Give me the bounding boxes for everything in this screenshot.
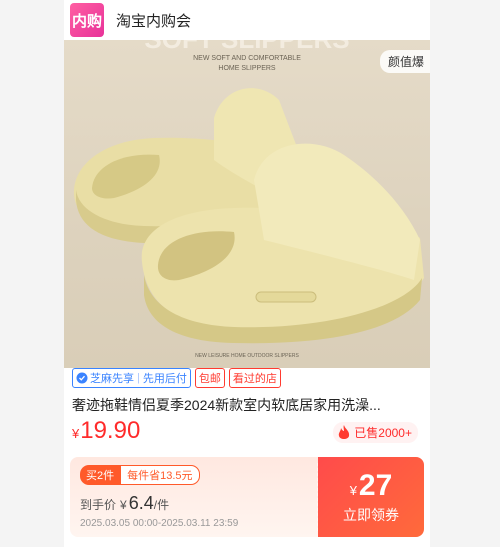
right-margin [430,0,500,547]
service-tags: 芝麻先享 | 先用后付 包邮 看过的店 [72,368,281,388]
product-title[interactable]: 奢迹拖鞋情侣夏季2024新款室内软底居家用洗澡... [72,395,424,415]
save-badge: 每件省13.5元 [120,465,200,485]
slipper-illustration: SOFT SLIPPERS NEW SOFT AND COMFORTABLE H… [73,40,424,359]
zhima-tag: 芝麻先享 | 先用后付 [72,368,191,388]
flame-icon [339,424,350,439]
coupon-badges: 买2件 每件省13.5元 [80,465,308,485]
sold-badge: 已售2000+ [333,422,418,443]
sold-label: 已售2000+ [354,426,412,440]
zhima-icon [76,372,88,384]
viewed-store-tag: 看过的店 [228,368,281,388]
price-currency: ¥ [72,426,80,441]
coupon-amount-currency: ¥ [349,483,357,498]
store-logo: 内购 [70,3,104,37]
price-row: ¥ 19.90 已售2000+ [72,417,422,449]
tag-separator: | [137,372,140,384]
free-shipping-tag: 包邮 [194,368,225,388]
unit-price-label: 到手价 [80,498,117,512]
unit-price-value: 6.4 [128,493,154,513]
coupon-dates: 2025.03.05 00:00-2025.03.11 23:59 [80,518,239,529]
banner-heading: SOFT SLIPPERS [144,40,349,54]
product-price: 19.90 [80,417,141,444]
coupon-amount-value: 27 [358,469,393,502]
zhima-label: 芝麻先享 [90,373,134,385]
unit-price-currency: ¥ [120,498,127,512]
footer-caption: NEW LEISURE HOME OUTDOOR SLIPPERS [195,353,299,359]
unit-price-row: 到手价 ¥ 6.4 /件 [80,493,308,514]
buy-two-badge: 买2件 [80,465,121,485]
store-name[interactable]: 淘宝内购会 [116,10,191,31]
product-image[interactable]: SOFT SLIPPERS NEW SOFT AND COMFORTABLE H… [64,40,430,368]
coupon-card[interactable]: 买2件 每件省13.5元 到手价 ¥ 6.4 /件 2025.03.05 00:… [70,457,424,537]
claim-coupon-label: 立即领券 [343,507,399,523]
coupon-details: 买2件 每件省13.5元 到手价 ¥ 6.4 /件 2025.03.05 00:… [70,457,318,537]
left-margin [0,0,64,547]
pay-later-label: 先用后付 [142,373,187,385]
claim-coupon-button[interactable]: ¥ 27 立即领券 [317,457,424,537]
logo-text: 内购 [71,11,102,30]
unit-price-suffix: /件 [153,498,170,512]
store-header[interactable]: 内购 淘宝内购会 [64,0,430,40]
coupon-amount: ¥ 27 [350,469,393,503]
banner-sub1: NEW SOFT AND COMFORTABLE [193,55,301,62]
image-tag: 颜值爆 [379,50,430,73]
banner-sub2: HOME SLIPPERS [218,65,276,72]
product-card[interactable]: 内购 淘宝内购会 SOFT SLIPPERS NEW SOFT AND COMF… [64,0,430,547]
